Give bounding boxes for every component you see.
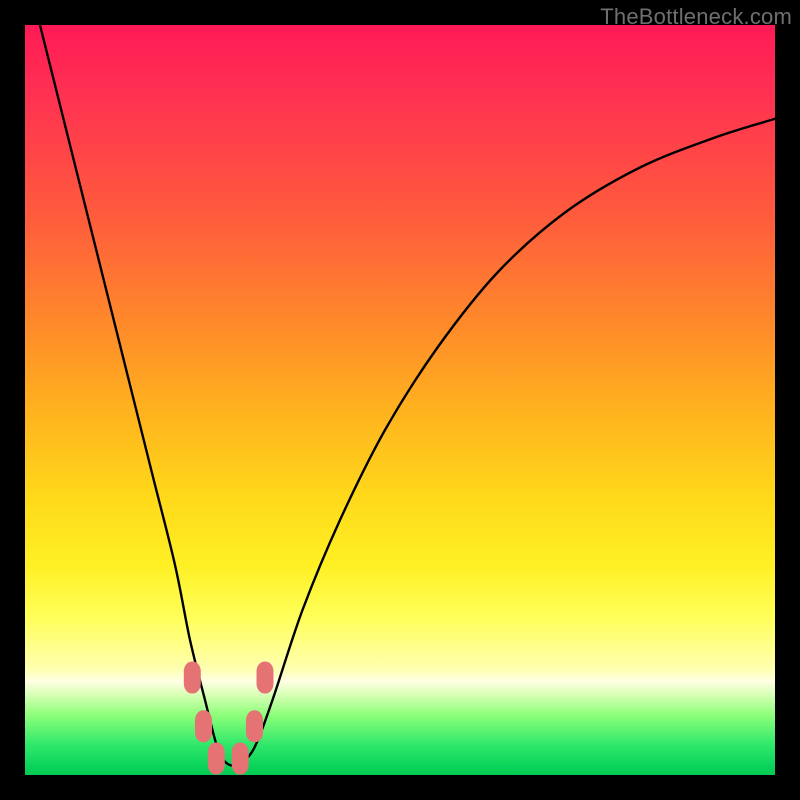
chart-canvas: TheBottleneck.com xyxy=(0,0,800,800)
dip-marker xyxy=(184,662,201,694)
curve-layer xyxy=(25,25,775,775)
plot-area xyxy=(25,25,775,775)
dip-marker xyxy=(232,743,249,775)
bottleneck-curve xyxy=(40,25,775,766)
dip-marker xyxy=(257,662,274,694)
dip-marker xyxy=(195,710,212,742)
watermark-text: TheBottleneck.com xyxy=(600,4,792,30)
dip-markers xyxy=(184,662,274,775)
dip-marker xyxy=(208,743,225,775)
dip-marker xyxy=(246,710,263,742)
